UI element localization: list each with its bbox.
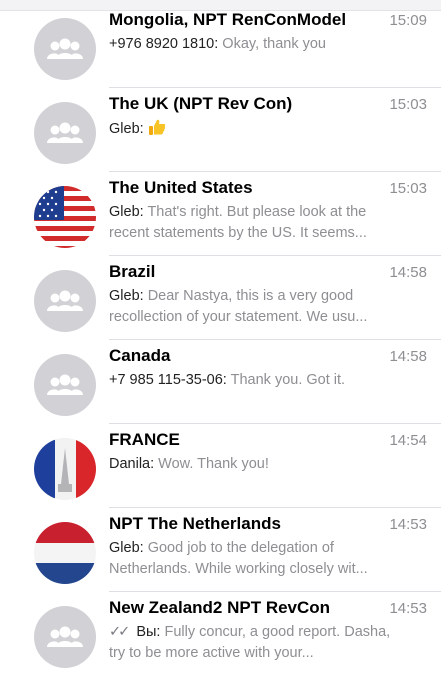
chat-list: Mongolia, NPT RenConModel 15:09 +976 892… xyxy=(0,0,441,668)
chat-message: Thank you. Got it. xyxy=(230,372,346,388)
chat-row-netherlands[interactable]: NPT The Netherlands 14:53 Gleb: Good job… xyxy=(0,508,441,592)
chat-name: The United States xyxy=(109,178,253,197)
chat-sender: Вы: xyxy=(136,624,161,640)
us-flag-icon xyxy=(34,186,96,248)
chat-row-united-states[interactable]: The United States 15:03 Gleb: That's rig… xyxy=(0,172,441,256)
chat-preview: +976 8920 1810: Okay, thank you xyxy=(109,34,409,55)
chat-time: 14:58 xyxy=(389,348,427,365)
chat-sender: Danila: xyxy=(109,456,155,472)
chat-row-canada[interactable]: Canada 14:58 +7 985 115-35-06: Thank you… xyxy=(0,340,441,424)
chat-sender: Gleb: xyxy=(109,288,144,304)
france-flag-icon xyxy=(34,438,96,500)
chat-message: Wow. Thank you! xyxy=(158,456,269,472)
group-icon xyxy=(34,606,96,668)
chat-name: The UK (NPT Rev Con) xyxy=(109,94,293,113)
chat-preview: Gleb: xyxy=(109,118,409,143)
chat-message: That's right. But please look at the rec… xyxy=(109,204,367,241)
chat-name: Brazil xyxy=(109,262,156,281)
chat-row-france[interactable]: FRANCE 14:54 Danila: Wow. Thank you! xyxy=(0,424,441,508)
chat-sender: Gleb: xyxy=(109,121,144,137)
chat-row-brazil[interactable]: Brazil 14:58 Gleb: Dear Nastya, this is … xyxy=(0,256,441,340)
chat-preview: Gleb: Dear Nastya, this is a very good r… xyxy=(109,286,409,328)
chat-message: Good job to the delegation of Netherland… xyxy=(109,540,368,577)
chat-message: Dear Nastya, this is a very good recolle… xyxy=(109,288,368,325)
group-icon xyxy=(34,354,96,416)
chat-name: Canada xyxy=(109,346,171,365)
chat-time: 14:53 xyxy=(389,516,427,533)
chat-sender: +976 8920 1810: xyxy=(109,36,219,52)
chat-sender: Gleb: xyxy=(109,540,144,556)
chat-preview: +7 985 115-35-06: Thank you. Got it. xyxy=(109,370,409,391)
chat-message: Okay, thank you xyxy=(222,36,326,52)
chat-row-mongolia[interactable]: Mongolia, NPT RenConModel 15:09 +976 892… xyxy=(0,4,441,88)
chat-time: 14:54 xyxy=(389,432,427,449)
chat-row-uk[interactable]: The UK (NPT Rev Con) 15:03 Gleb: xyxy=(0,88,441,172)
chat-time: 15:03 xyxy=(389,96,427,113)
netherlands-flag-icon xyxy=(34,522,96,584)
chat-name: FRANCE xyxy=(109,430,180,449)
chat-preview: Gleb: Good job to the delegation of Neth… xyxy=(109,538,409,580)
chat-sender: +7 985 115-35-06: xyxy=(109,372,227,388)
chat-name: New Zealand2 NPT RevCon xyxy=(109,598,331,617)
group-icon xyxy=(34,18,96,80)
group-icon xyxy=(34,270,96,332)
chat-row-new-zealand[interactable]: New Zealand2 NPT RevCon 14:53 ✓✓ Вы: Ful… xyxy=(0,592,441,676)
chat-time: 15:03 xyxy=(389,180,427,197)
group-icon xyxy=(34,102,96,164)
chat-preview: ✓✓ Вы: Fully concur, a good report. Dash… xyxy=(109,622,409,664)
chat-time: 15:09 xyxy=(389,12,427,29)
chat-time: 14:53 xyxy=(389,600,427,617)
double-check-icon: ✓✓ xyxy=(109,624,130,640)
chat-name: NPT The Netherlands xyxy=(109,514,281,533)
chat-preview: Danila: Wow. Thank you! xyxy=(109,454,409,475)
chat-time: 14:58 xyxy=(389,264,427,281)
thumbs-up-icon xyxy=(148,118,166,143)
chat-sender: Gleb: xyxy=(109,204,144,220)
chat-preview: Gleb: That's right. But please look at t… xyxy=(109,202,409,244)
chat-name: Mongolia, NPT RenConModel xyxy=(109,10,347,29)
